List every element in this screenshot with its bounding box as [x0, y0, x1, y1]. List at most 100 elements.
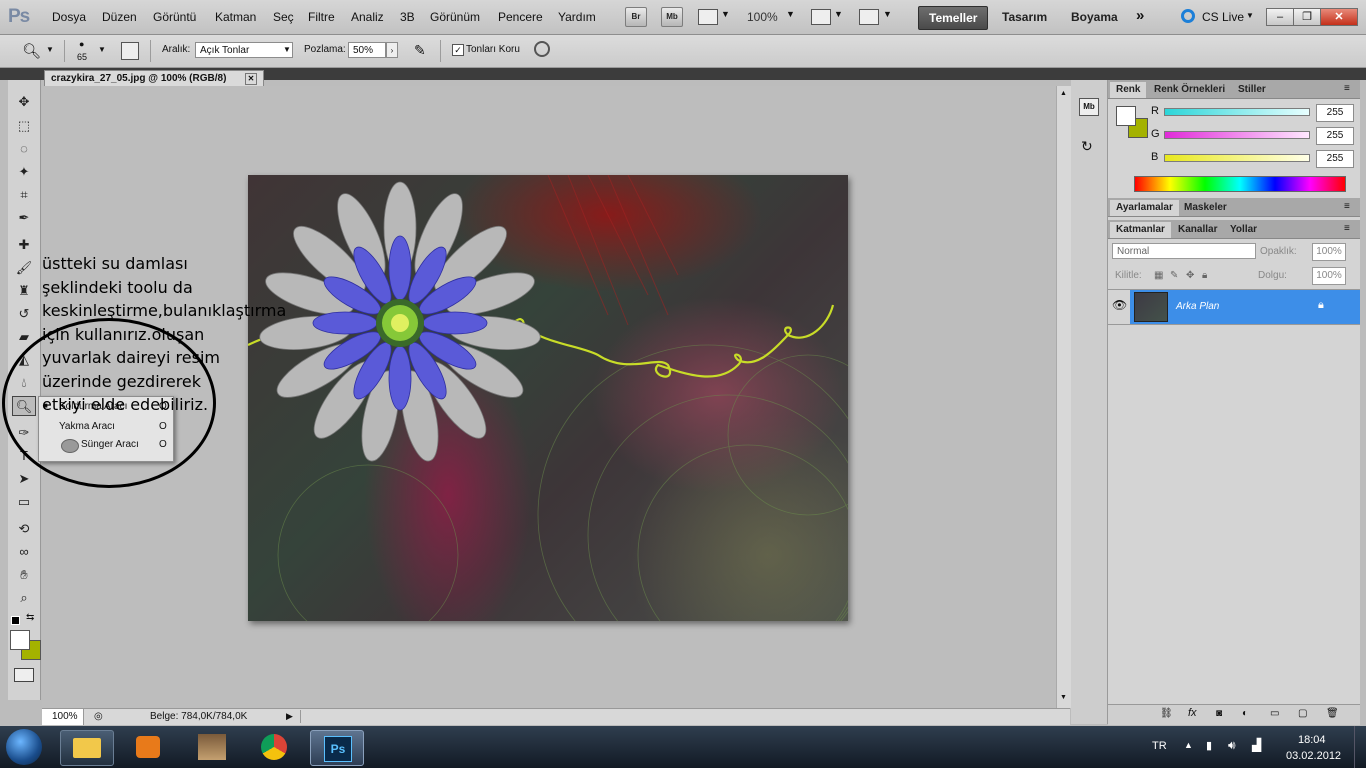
- chevron-down-icon[interactable]: ▼: [46, 45, 54, 54]
- lock-transparent-icon[interactable]: ▦: [1154, 270, 1163, 281]
- channel-r-slider[interactable]: [1164, 108, 1310, 116]
- cs-live-menu[interactable]: CS Live: [1202, 10, 1244, 24]
- cs-live-icon[interactable]: [1181, 9, 1195, 23]
- zoom-level[interactable]: 100%: [747, 10, 778, 24]
- scroll-up-icon[interactable]: ▲: [1060, 90, 1067, 97]
- airbrush-icon[interactable]: ✎: [414, 42, 426, 59]
- blend-mode-select[interactable]: Normal: [1112, 243, 1256, 259]
- eye-icon[interactable]: 👁︎: [1112, 298, 1127, 312]
- tab-katmanlar[interactable]: Katmanlar: [1110, 222, 1171, 238]
- menu-3b[interactable]: 3B: [400, 10, 415, 24]
- chevron-down-icon[interactable]: ▼: [883, 9, 892, 19]
- document-image[interactable]: [248, 175, 848, 621]
- scroll-down-icon[interactable]: ▼: [1060, 694, 1067, 701]
- game-taskbar-icon[interactable]: [186, 730, 238, 764]
- hand-tool-icon[interactable]: ✋︎: [12, 565, 36, 585]
- path-select-tool-icon[interactable]: ➤: [12, 469, 36, 489]
- menu-gorunum[interactable]: Görünüm: [430, 10, 480, 24]
- more-workspaces-icon[interactable]: »: [1136, 7, 1144, 24]
- fill-input[interactable]: 100%: [1312, 267, 1346, 285]
- explorer-taskbar-icon[interactable]: [60, 730, 114, 766]
- menu-filtre[interactable]: Filtre: [308, 10, 335, 24]
- layer-row[interactable]: 👁︎ Arka Plan 🔒︎: [1108, 289, 1360, 325]
- flyout-item-sponge[interactable]: Sünger Aracı: [81, 439, 139, 450]
- chevron-down-icon[interactable]: ▼: [98, 45, 106, 54]
- panel-menu-icon[interactable]: ≡: [1344, 223, 1350, 234]
- range-select[interactable]: Açık Tonlar: [195, 42, 293, 58]
- tab-yollar[interactable]: Yollar: [1224, 222, 1263, 238]
- network-icon[interactable]: ▟: [1252, 738, 1261, 752]
- chrome-taskbar-icon[interactable]: [248, 730, 300, 764]
- chevron-down-icon[interactable]: ▼: [786, 9, 795, 19]
- dodge-tool-preset-icon[interactable]: 🔍︎: [22, 42, 41, 60]
- clock-date[interactable]: 03.02.2012: [1286, 750, 1341, 762]
- photoshop-taskbar-icon[interactable]: Ps: [310, 730, 364, 766]
- exposure-input[interactable]: 50%: [348, 42, 386, 58]
- channel-g-value[interactable]: 255: [1316, 127, 1354, 145]
- swap-colors-icon[interactable]: ⇆: [26, 612, 34, 623]
- crop-tool-icon[interactable]: ⌗: [12, 185, 36, 205]
- lock-position-icon[interactable]: ✥: [1186, 270, 1194, 281]
- lasso-tool-icon[interactable]: ◌: [12, 139, 36, 159]
- workspace-tasarim[interactable]: Tasarım: [992, 6, 1057, 28]
- history-panel-icon[interactable]: ↻: [1081, 138, 1093, 155]
- quick-select-tool-icon[interactable]: ✦: [12, 162, 36, 182]
- stamp-tool-icon[interactable]: ♜: [12, 281, 36, 301]
- history-brush-tool-icon[interactable]: ↺: [12, 304, 36, 324]
- bridge-button[interactable]: Br: [625, 7, 647, 27]
- zoom-tool-icon[interactable]: ⌕: [12, 588, 36, 608]
- start-button[interactable]: [6, 729, 42, 765]
- chevron-down-icon[interactable]: ▼: [834, 9, 843, 19]
- new-layer-icon[interactable]: ▢: [1298, 708, 1307, 719]
- menu-pencere[interactable]: Pencere: [498, 10, 543, 24]
- media-player-taskbar-icon[interactable]: [122, 730, 174, 764]
- tab-maskeler[interactable]: Maskeler: [1178, 200, 1233, 216]
- lock-pixels-icon[interactable]: ✎: [1170, 270, 1178, 281]
- brush-panel-icon[interactable]: [121, 42, 139, 60]
- group-icon[interactable]: ▭: [1270, 708, 1279, 719]
- chevron-down-icon[interactable]: ▼: [721, 9, 730, 19]
- tab-renk-ornekleri[interactable]: Renk Örnekleri: [1148, 82, 1231, 98]
- channel-b-value[interactable]: 255: [1316, 150, 1354, 168]
- minimize-button[interactable]: –: [1266, 8, 1294, 26]
- extras-icon[interactable]: [698, 9, 718, 25]
- 3d-rotate-tool-icon[interactable]: ⟲: [12, 519, 36, 539]
- brush-size[interactable]: 65: [77, 52, 87, 62]
- language-indicator[interactable]: TR: [1152, 740, 1167, 752]
- tray-expand-icon[interactable]: ▲: [1184, 740, 1193, 750]
- fx-icon[interactable]: fx: [1188, 707, 1197, 719]
- exposure-slider-button[interactable]: ›: [386, 42, 398, 58]
- workspace-boyama[interactable]: Boyama: [1061, 6, 1128, 28]
- restore-button[interactable]: ❐: [1293, 8, 1321, 26]
- color-spectrum-bar[interactable]: [1134, 176, 1346, 192]
- pressure-icon[interactable]: [534, 41, 550, 57]
- arrange-icon[interactable]: [811, 9, 831, 25]
- move-tool-icon[interactable]: ✥: [12, 92, 36, 112]
- channel-r-value[interactable]: 255: [1316, 104, 1354, 122]
- tab-stiller[interactable]: Stiller: [1232, 82, 1272, 98]
- adjustment-layer-icon[interactable]: ◐: [1242, 708, 1248, 719]
- marquee-tool-icon[interactable]: ⬚: [12, 116, 36, 136]
- panel-menu-icon[interactable]: ≡: [1344, 201, 1350, 212]
- status-zoom[interactable]: 100%: [42, 709, 84, 725]
- tab-kanallar[interactable]: Kanallar: [1172, 222, 1223, 238]
- layer-name[interactable]: Arka Plan: [1176, 301, 1219, 312]
- tab-renk[interactable]: Renk: [1110, 82, 1147, 98]
- protect-tones-checkbox[interactable]: ✓: [452, 44, 464, 56]
- foreground-color-swatch[interactable]: [10, 630, 30, 650]
- canvas-vertical-scrollbar[interactable]: ▲ ▼: [1056, 86, 1071, 708]
- close-icon[interactable]: ✕: [245, 73, 257, 85]
- chevron-down-icon[interactable]: ▼: [1246, 11, 1254, 20]
- panel-scrollbar[interactable]: [1360, 80, 1366, 724]
- healing-brush-tool-icon[interactable]: ✚: [12, 235, 36, 255]
- status-menu-arrow-icon[interactable]: ▶: [286, 711, 293, 722]
- tab-ayarlamalar[interactable]: Ayarlamalar: [1110, 200, 1179, 216]
- tray-device-icon[interactable]: ▮: [1206, 739, 1212, 752]
- screen-mode-icon[interactable]: [859, 9, 879, 25]
- default-colors-icon[interactable]: [11, 616, 20, 625]
- workspace-temeller[interactable]: Temeller: [918, 6, 989, 30]
- chevron-down-icon[interactable]: ▼: [283, 45, 291, 54]
- document-tab[interactable]: crazykira_27_05.jpg @ 100% (RGB/8) ✕: [44, 70, 264, 86]
- volume-icon[interactable]: 🔊︎: [1228, 738, 1236, 753]
- canvas-horizontal-scrollbar[interactable]: [300, 710, 1057, 723]
